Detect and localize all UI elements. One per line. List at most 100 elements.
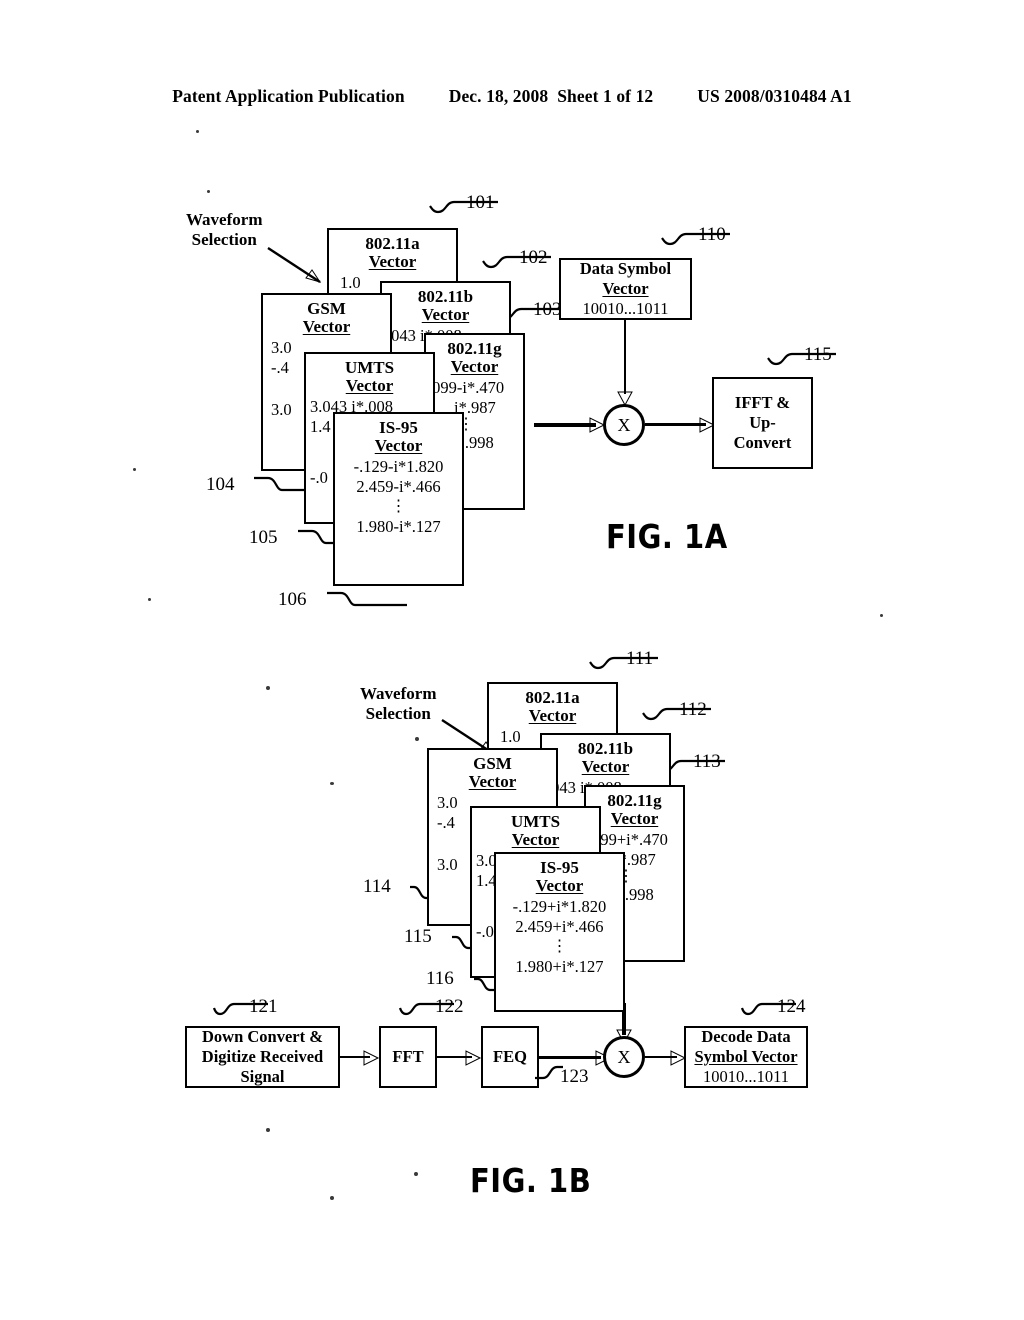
vector-to-multiplier-line-1a [534,423,596,427]
waveform-selection-line1: Waveform [360,684,437,703]
ref-111: 111 [626,648,654,669]
multiplier-1a: X [603,404,645,446]
vector-subtitle: Vector [581,757,630,777]
waveform-selection-line2: Selection [191,229,257,249]
scan-artifact [266,686,270,690]
ifft-line2: Up- [749,413,776,433]
vector-subtitle: Vector [468,772,517,792]
vector-title: 802.11a [365,234,420,253]
header-sheet: Sheet 1 of 12 [557,86,654,106]
ifft-line1: IFFT & [734,393,791,413]
vector-value: .099-i*.470 [428,378,505,398]
ifft-upconvert-block-1a[interactable]: IFFT & Up- Convert [712,377,813,469]
down-convert-block-1b[interactable]: Down Convert & Digitize Received Signal [185,1026,340,1088]
vector-box-is-95-1a[interactable]: IS-95 Vector -.129-i*1.820 2.459-i*.466 … [333,412,464,586]
scan-artifact [414,1172,418,1176]
scan-artifact [148,598,151,601]
data-symbol-to-multiplier-line-1a [624,320,627,394]
down-convert-line2: Digitize Received [201,1047,324,1067]
scan-artifact [133,468,136,471]
feq-block-1b[interactable]: FEQ [481,1026,539,1088]
vector-title: IS-95 [540,858,579,877]
multiplier-label: X [617,1046,631,1067]
ref-114: 114 [363,876,391,897]
ref-115-1a: 115 [804,344,832,365]
vector-value: -.129+i*1.820 [512,897,607,917]
waveform-selection-label-1a: Waveform Selection [186,210,262,249]
ref-122: 122 [435,996,464,1017]
scan-artifact [330,1196,334,1200]
data-symbol-vector-block-1a[interactable]: Data Symbol Vector 10010...1011 [559,258,692,320]
ref-101: 101 [466,192,495,213]
multiplier-to-ifft-line-1a [645,423,706,427]
vector-value: .099+i*.470 [588,830,668,850]
ref-104: 104 [206,474,235,495]
ref-123: 123 [560,1066,589,1087]
decode-line3: 10010...1011 [702,1066,789,1086]
vector-subtitle: Vector [511,830,560,850]
figure-caption-1a: FIG. 1A [606,518,728,557]
header-publication: Patent Application Publication [172,86,405,106]
vector-value: 2.459-i*.466 [356,476,441,496]
ref-116: 116 [426,968,454,989]
waveform-selection-line1: Waveform [186,210,263,229]
vector-value: 2.459+i*.466 [515,916,604,936]
header-patent-number: US 2008/0310484 A1 [697,86,852,106]
figure-caption-1b: FIG. 1B [470,1162,592,1201]
multiplier-1b: X [603,1036,645,1078]
vector-value: 1.980+i*.127 [515,957,604,977]
decode-data-block-1b[interactable]: Decode Data Symbol Vector 10010...1011 [684,1026,808,1088]
scan-artifact [266,1128,270,1132]
scan-artifact [196,130,199,133]
fft-to-feq-arrowhead [465,1050,482,1066]
vector-subtitle: Vector [302,317,351,337]
ref-121: 121 [249,996,278,1017]
fft-label: FFT [392,1047,424,1067]
vector-title: UMTS [344,358,395,377]
vector-value: -.129-i*1.820 [353,457,444,477]
header-date: Dec. 18, 2008 [448,86,549,106]
vector-box-is-95-1b[interactable]: IS-95 Vector -.129+i*1.820 2.459+i*.466 … [494,852,625,1012]
vector-title: GSM [473,754,512,773]
scan-artifact [415,737,419,741]
down-convert-line3: Signal [240,1066,285,1086]
feq-to-multiplier-line [539,1056,601,1060]
ifft-line3: Convert [733,432,792,452]
leader-106 [327,591,407,607]
ref-124: 124 [777,996,806,1017]
vector-title: 802.11b [417,287,474,306]
vector-title: 802.11g [447,339,502,358]
down-convert-line1: Down Convert & [202,1027,323,1047]
vector-subtitle: Vector [345,376,394,396]
vector-title: UMTS [510,812,561,831]
vector-subtitle: Vector [535,876,584,896]
ref-115-1b: 115 [404,926,432,947]
fft-block-1b[interactable]: FFT [379,1026,437,1088]
page-header: Patent Application Publication Dec. 18, … [0,86,1024,107]
vector-subtitle: Vector [450,357,499,377]
vector-subtitle: Vector [528,706,577,726]
scan-artifact [207,190,210,193]
ref-103: 103 [533,299,562,320]
vector-subtitle: Vector [374,436,423,456]
waveform-selection-line2: Selection [365,703,431,723]
ref-110: 110 [698,224,726,245]
scan-artifact [880,614,883,617]
feq-label: FEQ [493,1047,527,1067]
decode-line2: Symbol Vector [694,1047,798,1067]
vector-ellipsis: ⋮ [390,498,407,516]
vector-title: GSM [307,299,346,318]
waveform-selection-label-1b: Waveform Selection [360,684,436,723]
ref-102: 102 [519,247,548,268]
vector-subtitle: Vector [421,305,470,325]
data-symbol-line1: Data Symbol [579,259,672,279]
vector-ellipsis: ⋮ [551,938,568,956]
ref-105: 105 [249,527,278,548]
data-symbol-line2: Vector [602,279,649,299]
vector-to-multiplier-arrowhead-1a [589,417,606,433]
vector-title: 802.11a [525,688,580,707]
vector-subtitle: Vector [368,252,417,272]
decode-line1: Decode Data [701,1027,791,1047]
downconvert-to-fft-arrowhead [363,1050,380,1066]
vector-title: 802.11b [577,739,634,758]
